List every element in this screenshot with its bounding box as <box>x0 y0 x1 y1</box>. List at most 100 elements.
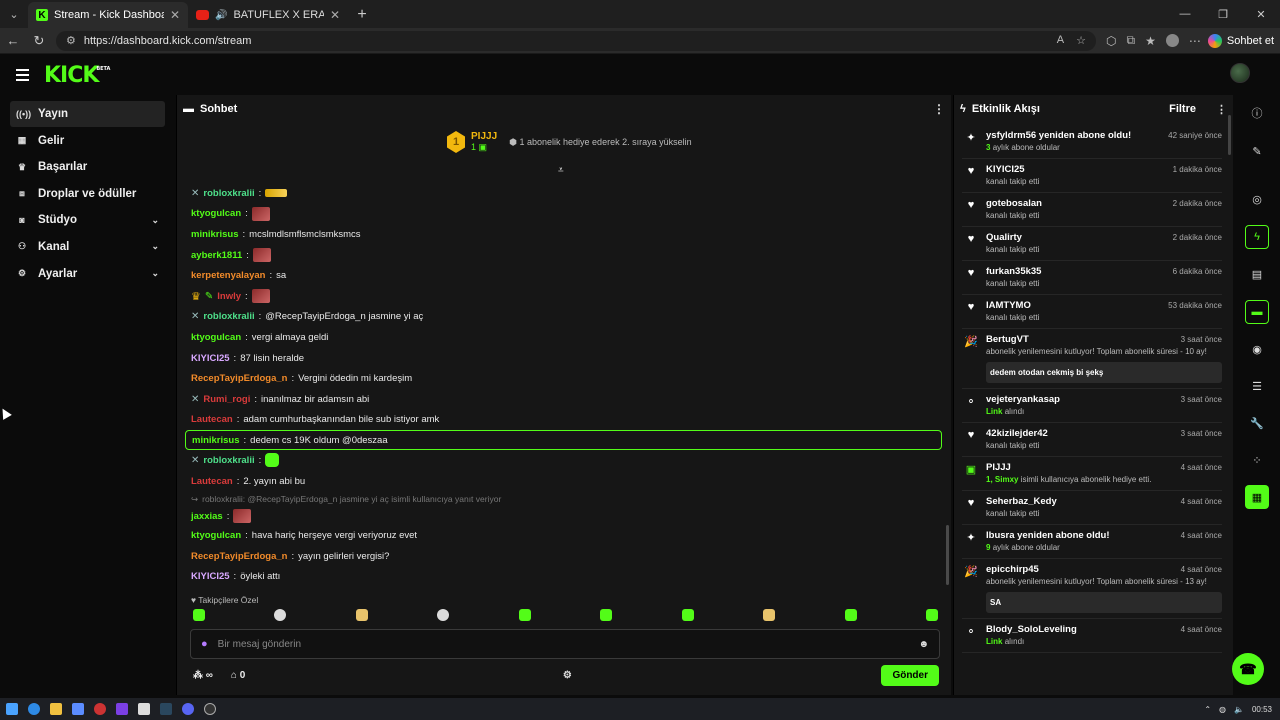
audio-icon[interactable]: 🔊 <box>215 10 227 21</box>
share-icon[interactable]: ⁘ <box>1245 448 1269 472</box>
steam-icon[interactable] <box>160 703 172 715</box>
windows-start-icon[interactable] <box>6 703 18 715</box>
chat-username[interactable]: KIYICI25 <box>191 571 230 582</box>
filter-button[interactable]: Filtre <box>1169 103 1196 115</box>
microphone-icon[interactable]: ● <box>201 638 208 650</box>
volume-icon[interactable]: 🔈 <box>1234 705 1244 714</box>
sidebar-item-ayarlar[interactable]: ⚙ Ayarlar ⌄ <box>10 261 165 287</box>
hamburger-menu-icon[interactable] <box>16 69 40 81</box>
top-gifter[interactable]: 1 PIJJJ 1 ▣ ⬢ 1 abonelik hediye ederek 2… <box>447 131 692 153</box>
emote-icon[interactable] <box>925 609 938 621</box>
emoji-picker-icon[interactable]: ☻ <box>918 639 929 650</box>
chat-username[interactable]: minikrisus <box>191 229 239 240</box>
collapse-pinned-icon[interactable]: ⩡ <box>558 165 564 176</box>
chat-username[interactable]: robloxkralii <box>203 455 254 466</box>
feed-item[interactable]: ♥ IAMTYMO 53 dakika önce kanalı takip etti <box>962 295 1222 329</box>
chat-username[interactable]: minikrisus <box>192 435 240 446</box>
emote-icon[interactable] <box>355 609 368 621</box>
clip-icon[interactable]: ▦ <box>1245 485 1269 509</box>
split-screen-icon[interactable]: ⧉ <box>1126 33 1135 48</box>
chat-username[interactable]: jaxxias <box>191 511 223 522</box>
close-window-icon[interactable]: ✕ <box>1242 0 1280 28</box>
favorites-icon[interactable]: ★ <box>1145 34 1156 48</box>
chat-settings-icon[interactable]: ⚙ <box>563 670 572 681</box>
opera-icon[interactable] <box>94 703 106 715</box>
activity-toggle-icon[interactable]: ϟ <box>1245 225 1269 249</box>
clock[interactable]: 00:53 <box>1252 705 1272 714</box>
broadcast-toggle-icon[interactable]: ◉ <box>1245 337 1269 361</box>
user-avatar[interactable] <box>1230 63 1250 83</box>
infinity-points[interactable]: ⁂ ∞ <box>193 670 213 681</box>
feed-item[interactable]: ♥ gotebosalan 2 dakika önce kanalı takip et… <box>962 193 1222 227</box>
app-icon[interactable] <box>72 703 84 715</box>
favorite-star-icon[interactable]: ☆ <box>1076 34 1086 47</box>
sidebar-item-kanal[interactable]: ⚇ Kanal ⌄ <box>10 234 165 260</box>
file-explorer-icon[interactable] <box>50 703 62 715</box>
info-icon[interactable]: ⓘ <box>1245 101 1269 125</box>
url-field[interactable]: ⚙ https://dashboard.kick.com/stream A ☆ <box>56 30 1096 51</box>
read-aloud-icon[interactable]: A <box>1057 34 1064 47</box>
notes-icon[interactable]: ▤ <box>1245 262 1269 286</box>
sidebar-item-gelir[interactable]: ▦ Gelir <box>10 128 165 154</box>
chat-username[interactable]: kerpetenyalayan <box>191 270 265 281</box>
chat-username[interactable]: ayberk1811 <box>191 250 242 261</box>
tools-icon[interactable]: 🔧 <box>1245 411 1269 435</box>
maximize-icon[interactable]: ❐ <box>1204 0 1242 28</box>
feed-item[interactable]: ♥ KIYICI25 1 dakika önce kanalı takip etti <box>962 159 1222 193</box>
gift-count[interactable]: ⌂ 0 <box>231 670 245 681</box>
profile-avatar[interactable] <box>1165 34 1179 47</box>
app-icon[interactable] <box>116 703 128 715</box>
emote-icon[interactable] <box>844 609 857 621</box>
help-chat-button[interactable]: ☎ <box>1232 653 1264 685</box>
browser-tab-youtube[interactable]: 🔊 BATUFLEX X ERAY067 & MAN ✕ <box>188 2 348 28</box>
chat-username[interactable]: KIYICI25 <box>191 353 230 364</box>
feed-item[interactable]: 🎉 BertugVT 3 saat önce abonelik yenilemesin… <box>962 329 1222 389</box>
chat-username[interactable]: ktyogulcan <box>191 530 241 541</box>
chat-username[interactable]: RecepTayipErdoga_n <box>191 373 287 384</box>
feed-item[interactable]: ♥ 42kizilejder42 3 saat önce kanalı takip e… <box>962 423 1222 457</box>
feed-item[interactable]: ♥ Seherbaz_Kedy 4 saat önce kanalı takip et… <box>962 491 1222 525</box>
minimize-icon[interactable]: — <box>1166 0 1204 28</box>
chat-username[interactable]: Inwly <box>217 291 241 302</box>
send-button[interactable]: Gönder <box>881 665 939 686</box>
chat-username[interactable]: Lautecan <box>191 414 233 425</box>
feed-item[interactable]: ▣ PIJJJ 4 saat önce 1, Simxy isimli kullanı… <box>962 457 1222 491</box>
feed-item[interactable]: ✦ ysfyldrm56 yeniden abone oldu! 42 saniye… <box>962 125 1222 159</box>
close-tab-icon[interactable]: ✕ <box>330 8 340 22</box>
chat-username[interactable]: Rumi_rogi <box>203 394 250 405</box>
feed-item[interactable]: 🎉 epicchirp45 4 saat önce abonelik yenileme… <box>962 559 1222 619</box>
reload-icon[interactable]: ↻ <box>26 28 52 54</box>
network-icon[interactable]: ◍ <box>1219 705 1226 714</box>
emote-icon[interactable] <box>193 609 205 621</box>
chat-username[interactable]: RecepTayipErdoga_n <box>191 551 287 562</box>
feed-item[interactable]: ⚬ Blody_SoloLeveling 4 saat önce Link alınd… <box>962 619 1222 653</box>
sidebar-item-basarilar[interactable]: ♛ Başarılar <box>10 154 165 180</box>
chat-username[interactable]: Lautecan <box>191 476 233 487</box>
chat-username[interactable]: ktyogulcan <box>191 208 241 219</box>
feed-scrollbar[interactable] <box>1228 115 1231 155</box>
app-icon[interactable] <box>204 703 216 715</box>
kick-logo[interactable]: KICK BETA <box>44 63 110 88</box>
extensions-icon[interactable]: ⬡ <box>1106 34 1116 48</box>
feed-item[interactable]: ♥ furkan35k35 6 dakika önce kanalı takip et… <box>962 261 1222 295</box>
feed-menu-icon[interactable]: ⋮ <box>1216 103 1227 116</box>
chat-menu-icon[interactable]: ⋮ <box>933 102 945 116</box>
sidebar-item-yayin[interactable]: ((•)) Yayın <box>10 101 165 127</box>
feed-item[interactable]: ⚬ vejeteryankasap 3 saat önce Link alındı <box>962 389 1222 423</box>
chat-username[interactable]: ktyogulcan <box>191 332 241 343</box>
sidebar-item-studyo[interactable]: ◙ Stüdyo ⌄ <box>10 207 165 233</box>
chat-scrollbar[interactable] <box>946 525 949 585</box>
chat-toggle-icon[interactable]: ▬ <box>1245 300 1269 324</box>
tab-list-button[interactable]: ⌄ <box>0 0 28 28</box>
sidebar-item-droplar[interactable]: ⧈ Droplar ve ödüller <box>10 181 165 207</box>
new-tab-button[interactable]: + <box>348 2 376 28</box>
discord-icon[interactable] <box>182 703 194 715</box>
feed-item[interactable]: ✦ Ibusra yeniden abone oldu! 4 saat önce 9 … <box>962 525 1222 559</box>
site-info-icon[interactable]: ⚙ <box>66 34 76 47</box>
emote-icon[interactable] <box>518 609 531 621</box>
browser-tab-kick[interactable]: K Stream - Kick Dashboard ✕ <box>28 2 188 28</box>
back-icon[interactable]: ← <box>0 28 26 54</box>
more-menu-icon[interactable]: ⋯ <box>1189 34 1201 48</box>
chat-message-input[interactable]: ● Bir mesaj gönderin ☻ <box>190 629 940 659</box>
emote-icon[interactable] <box>600 609 613 621</box>
